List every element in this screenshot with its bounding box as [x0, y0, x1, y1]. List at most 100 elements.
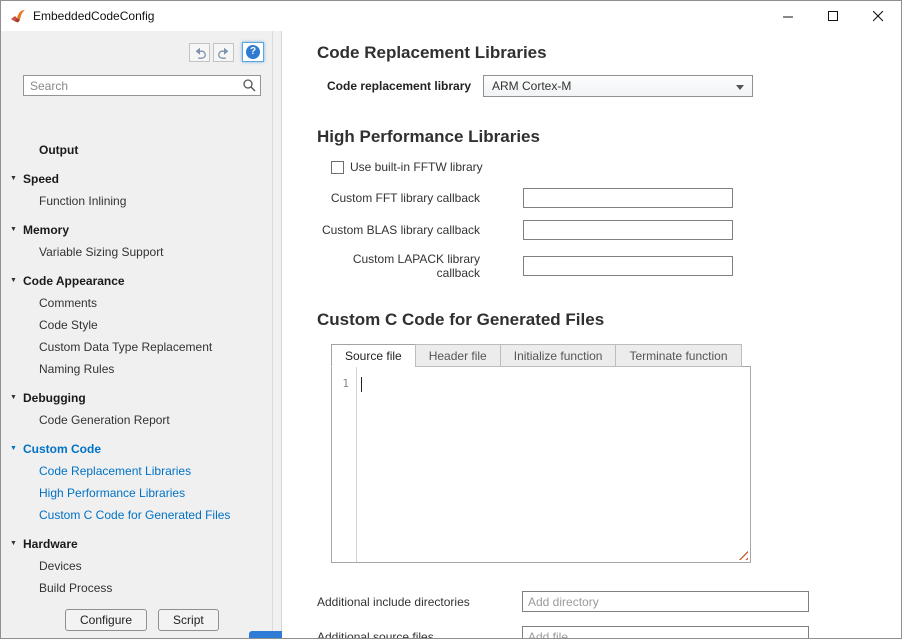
tree-label: Devices — [39, 559, 82, 573]
fftw-checkbox-label: Use built-in FFTW library — [350, 160, 483, 174]
window-title: EmbeddedCodeConfig — [33, 9, 154, 23]
maximize-icon — [828, 11, 839, 22]
tree-label: Debugging — [23, 391, 86, 405]
fftw-checkbox[interactable] — [331, 161, 344, 174]
chevron-down-icon — [736, 85, 744, 90]
tree-section-debugging[interactable]: ▼ Debugging — [1, 387, 272, 409]
undo-button[interactable] — [189, 43, 210, 62]
redo-button[interactable] — [213, 43, 234, 62]
undo-icon — [193, 46, 207, 59]
settings-panel: Code Replacement Libraries Code replacem… — [282, 31, 901, 638]
tab-header-file[interactable]: Header file — [415, 344, 501, 367]
tree-label: Comments — [39, 296, 97, 310]
chevron-down-icon[interactable]: ▼ — [10, 533, 17, 555]
custom-blas-callback-input[interactable] — [523, 220, 733, 240]
redo-icon — [217, 46, 231, 59]
tree-item-naming-rules[interactable]: Naming Rules — [1, 358, 272, 380]
sidebar-scrollbar[interactable] — [272, 31, 282, 638]
tree-item-function-inlining[interactable]: Function Inlining — [1, 190, 272, 212]
tree-item-comments[interactable]: Comments — [1, 292, 272, 314]
tree-label: Memory — [23, 223, 69, 237]
tree-label: Hardware — [23, 537, 78, 551]
tree-section-clipped[interactable]: ▼Code Generation Ext — [1, 606, 272, 607]
chevron-down-icon[interactable]: ▼ — [10, 438, 17, 460]
sidebar: ? Output ▼ Speed Function Inlining ▼ Memor… — [1, 31, 272, 638]
close-icon — [873, 11, 884, 22]
custom-blas-callback-label: Custom BLAS library callback — [317, 223, 480, 237]
maximize-button[interactable] — [811, 1, 856, 31]
custom-blas-callback-row: Custom BLAS library callback — [317, 220, 881, 240]
section-heading-code-replacement-libraries: Code Replacement Libraries — [317, 43, 881, 63]
minimize-button[interactable] — [766, 1, 811, 31]
tree-item-devices[interactable]: Devices — [1, 555, 272, 577]
tab-source-file[interactable]: Source file — [331, 344, 416, 367]
title-bar: EmbeddedCodeConfig — [1, 1, 901, 31]
code-replacement-library-dropdown[interactable]: ARM Cortex-M — [483, 75, 753, 97]
code-replacement-library-row: Code replacement library ARM Cortex-M — [327, 75, 881, 97]
tree-label: Code Appearance — [23, 274, 125, 288]
chevron-down-icon[interactable]: ▼ — [10, 219, 17, 241]
tree-label: Build Process — [39, 581, 112, 595]
tree-label: Custom Data Type Replacement — [39, 340, 212, 354]
tree-label: Custom Code — [23, 442, 101, 456]
custom-code-tabs: Source file Header file Initialize funct… — [331, 344, 881, 367]
tree-item-build-process[interactable]: Build Process — [1, 577, 272, 599]
fftw-checkbox-row: Use built-in FFTW library — [331, 160, 881, 174]
tab-initialize-function[interactable]: Initialize function — [500, 344, 617, 367]
window-controls — [766, 1, 901, 31]
tree-section-speed[interactable]: ▼ Speed — [1, 168, 272, 190]
custom-lapack-callback-label: Custom LAPACK library callback — [317, 252, 480, 280]
chevron-down-icon[interactable]: ▼ — [10, 168, 17, 190]
tree-label: Code Replacement Libraries — [39, 464, 191, 478]
section-heading-custom-c-code: Custom C Code for Generated Files — [317, 310, 881, 330]
search-icon — [242, 78, 256, 95]
tree-label: Code Style — [39, 318, 98, 332]
code-replacement-library-label: Code replacement library — [327, 79, 473, 93]
tree-item-variable-sizing-support[interactable]: Variable Sizing Support — [1, 241, 272, 263]
help-icon: ? — [246, 45, 260, 59]
custom-lapack-callback-input[interactable] — [523, 256, 733, 276]
tree-label: Function Inlining — [39, 194, 126, 208]
line-number-gutter: 1 — [332, 367, 357, 562]
search-box — [23, 75, 261, 96]
tree-item-custom-c-code-for-generated-files[interactable]: Custom C Code for Generated Files — [1, 504, 272, 526]
chevron-down-icon[interactable]: ▼ — [10, 387, 17, 409]
code-text-area[interactable] — [358, 367, 750, 562]
tree-item-high-performance-libraries[interactable]: High Performance Libraries — [1, 482, 272, 504]
tree-item-custom-data-type-replacement[interactable]: Custom Data Type Replacement — [1, 336, 272, 358]
tab-terminate-function[interactable]: Terminate function — [615, 344, 741, 367]
tree-item-code-style[interactable]: Code Style — [1, 314, 272, 336]
additional-include-directories-row: Additional include directories — [317, 591, 881, 612]
code-editor[interactable]: 1 — [331, 366, 751, 563]
tree-label: Output — [39, 143, 78, 157]
text-caret — [361, 377, 362, 392]
help-button[interactable]: ? — [242, 42, 264, 62]
add-file-input[interactable] — [522, 626, 809, 638]
tree-section-custom-code[interactable]: ▼ Custom Code — [1, 438, 272, 460]
minimize-icon — [783, 11, 794, 22]
custom-fft-callback-input[interactable] — [523, 188, 733, 208]
tree-section-output[interactable]: Output — [1, 139, 272, 161]
close-button[interactable] — [856, 1, 901, 31]
line-number: 1 — [342, 377, 349, 390]
tree-item-code-generation-report[interactable]: Code Generation Report — [1, 409, 272, 431]
additional-source-files-row: Additional source files — [317, 626, 881, 638]
tree-item-code-replacement-libraries[interactable]: Code Replacement Libraries — [1, 460, 272, 482]
script-button[interactable]: Script — [158, 609, 219, 631]
sidebar-toolbar: ? — [189, 42, 264, 62]
settings-tree: Output ▼Speed Function Inlining ▼Memory … — [1, 132, 272, 607]
chevron-down-icon[interactable]: ▼ — [10, 606, 17, 607]
custom-fft-callback-label: Custom FFT library callback — [317, 191, 480, 205]
matlab-app-icon — [10, 8, 26, 24]
tree-label: Speed — [23, 172, 59, 186]
tree-section-hardware[interactable]: ▼ Hardware — [1, 533, 272, 555]
add-directory-input[interactable] — [522, 591, 809, 612]
section-heading-high-performance-libraries: High Performance Libraries — [317, 127, 881, 147]
chevron-down-icon[interactable]: ▼ — [10, 270, 17, 292]
configure-button[interactable]: Configure — [65, 609, 147, 631]
embedded-code-config-window: EmbeddedCodeConfig — [0, 0, 902, 639]
tree-section-memory[interactable]: ▼ Memory — [1, 219, 272, 241]
tree-section-code-appearance[interactable]: ▼ Code Appearance — [1, 270, 272, 292]
search-input[interactable] — [23, 75, 261, 96]
additional-include-directories-label: Additional include directories — [317, 595, 522, 609]
